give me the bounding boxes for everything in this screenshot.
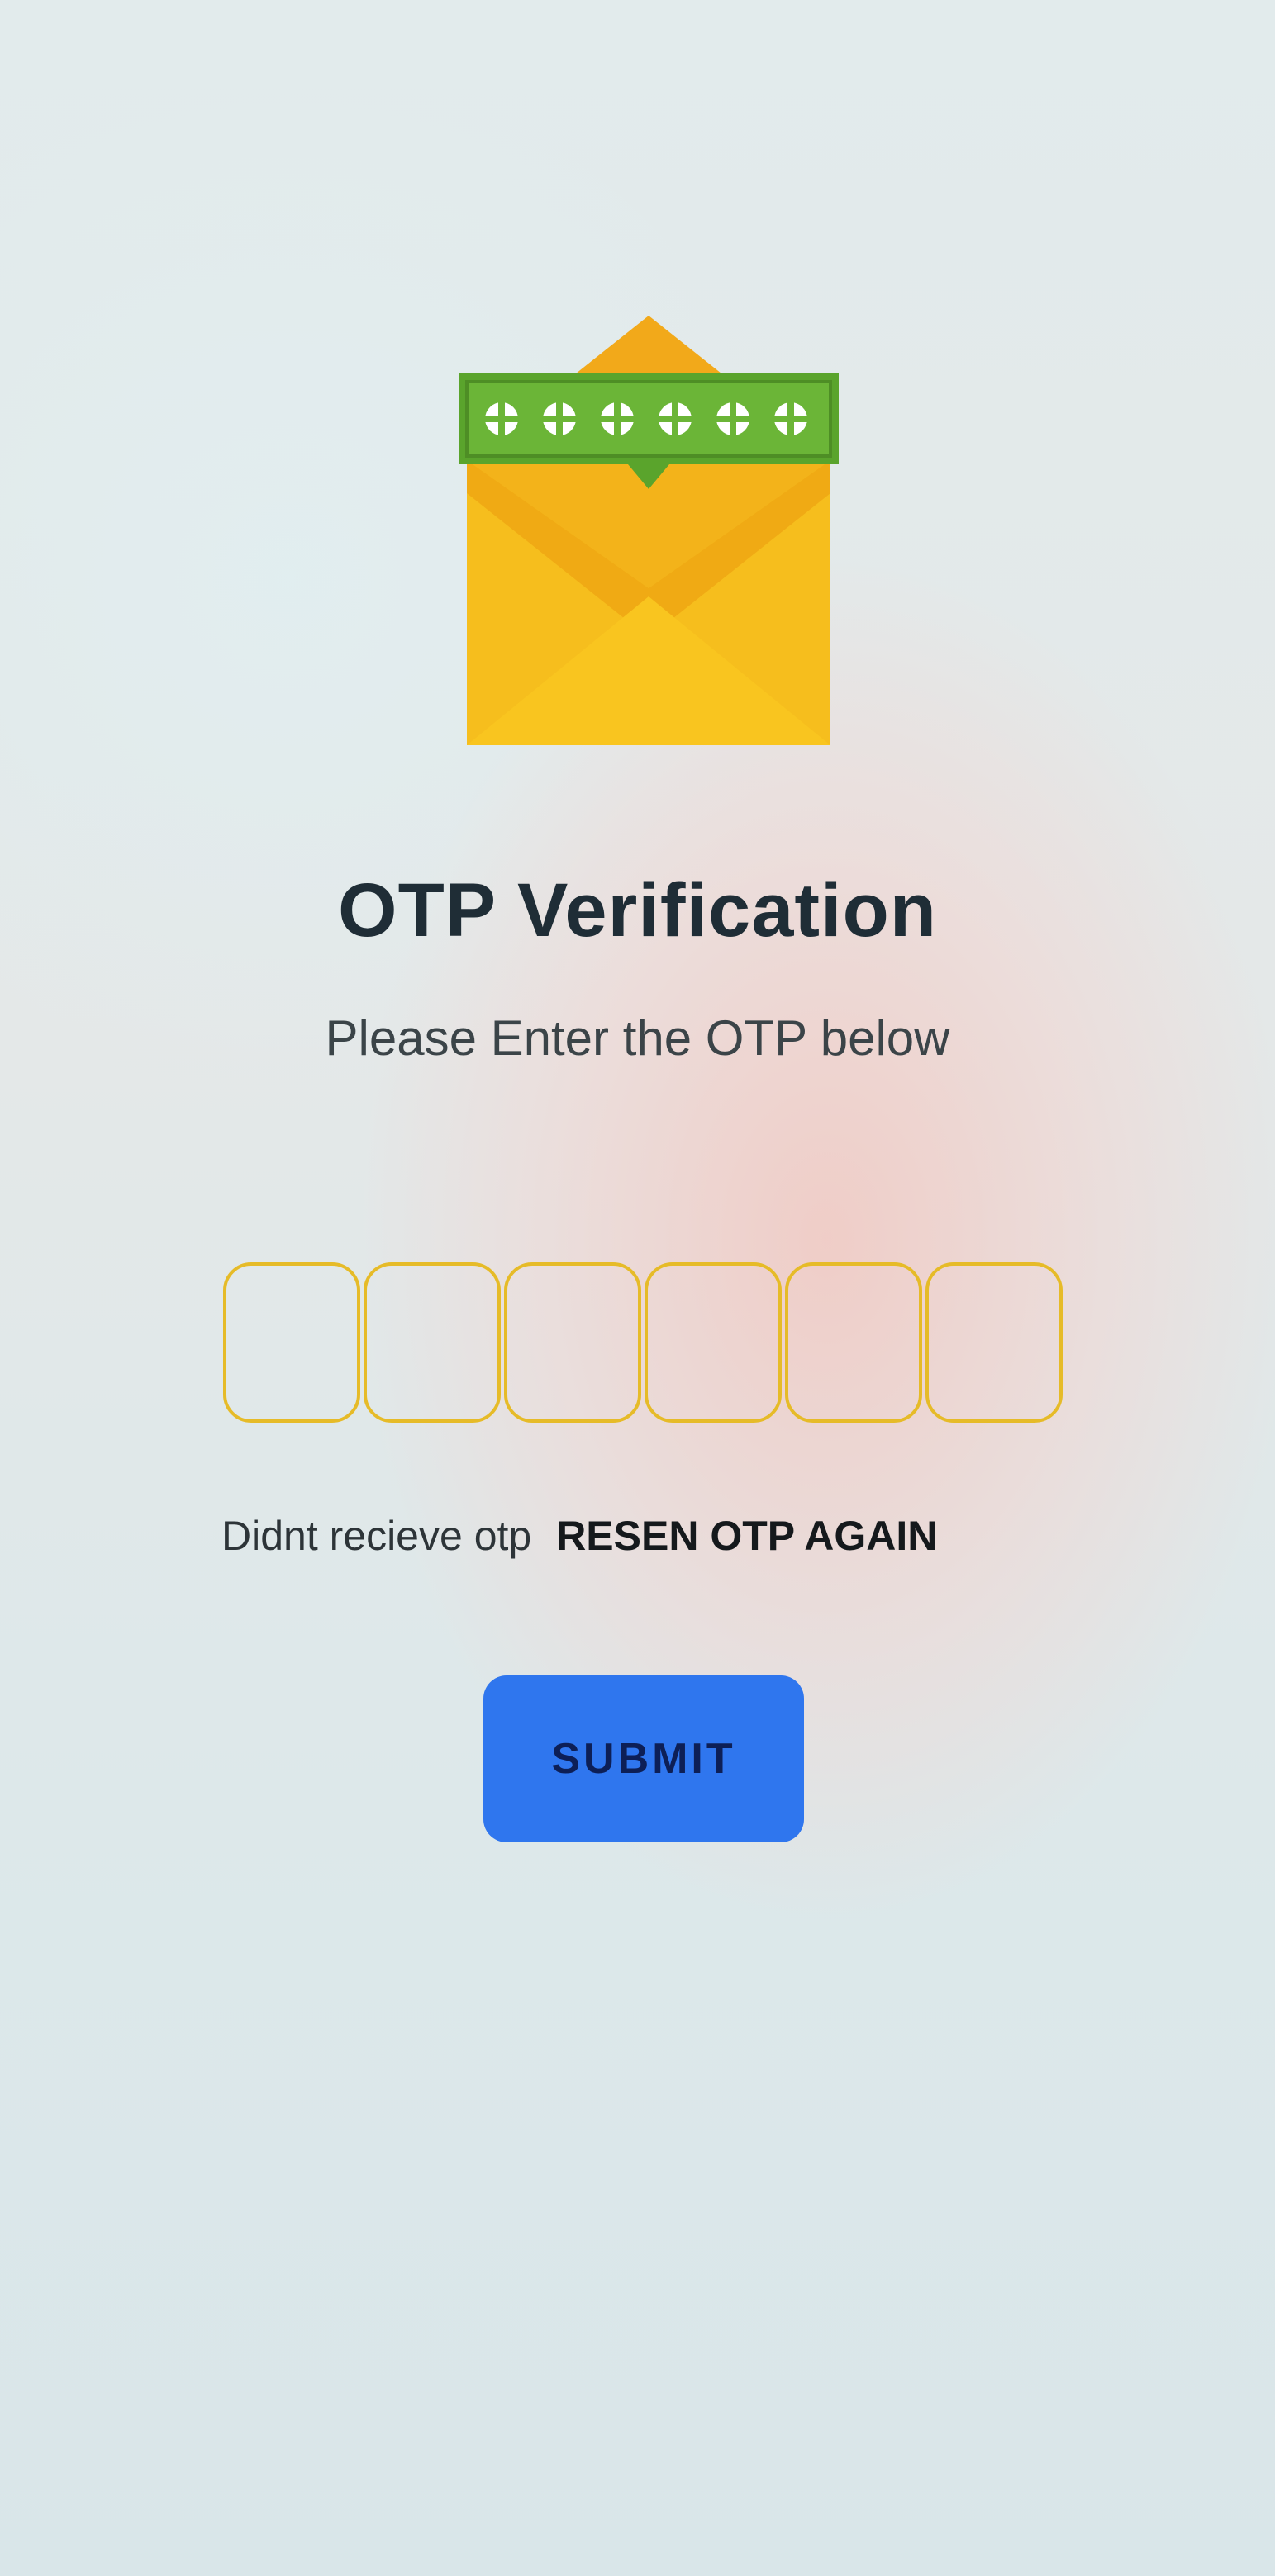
resend-label: Didnt recieve otp <box>221 1513 532 1559</box>
otp-digit-6[interactable] <box>925 1262 1063 1423</box>
otp-digit-2[interactable] <box>364 1262 501 1423</box>
otp-digit-4[interactable] <box>645 1262 782 1423</box>
submit-button[interactable]: SUBMIT <box>483 1675 804 1842</box>
otp-input-group <box>223 1262 1074 1428</box>
envelope-password-icon <box>459 316 839 745</box>
page-title: OTP Verification <box>338 868 937 953</box>
page-subtitle: Please Enter the OTP below <box>325 1010 950 1066</box>
otp-digit-5[interactable] <box>785 1262 922 1423</box>
otp-digit-1[interactable] <box>223 1262 360 1423</box>
resend-otp-link[interactable]: RESEN OTP AGAIN <box>556 1513 937 1559</box>
otp-digit-3[interactable] <box>504 1262 641 1423</box>
resend-row: Didnt recieve otp RESEN OTP AGAIN <box>221 1512 1130 1560</box>
